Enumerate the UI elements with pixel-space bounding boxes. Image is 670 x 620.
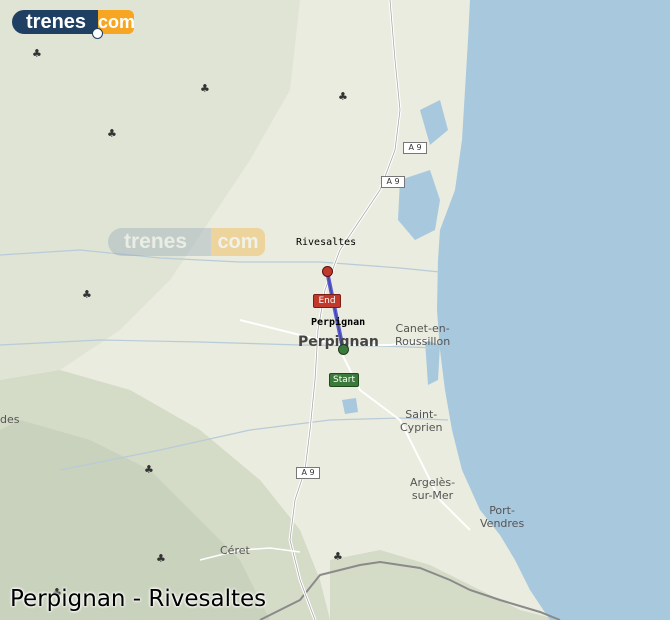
end-badge[interactable]: End	[313, 294, 341, 308]
place-port-vendres-line2: Vendres	[480, 517, 525, 530]
watermark-left: trenes	[108, 228, 213, 256]
start-badge[interactable]: Start	[329, 373, 359, 387]
road-shield-a9: A 9	[296, 467, 320, 479]
place-edge-des: des	[0, 413, 20, 426]
watermark-logo: trenes com	[108, 228, 268, 258]
map-canvas[interactable]: ♣ ♣ ♣ ♣ ♣ ♣ ♣ ♣ ♣	[0, 0, 670, 620]
svg-text:♣: ♣	[338, 90, 348, 103]
route-title: Perpignan - Rivesaltes	[10, 586, 267, 612]
place-canet: Canet-en- Roussillon	[395, 322, 450, 348]
svg-text:♣: ♣	[200, 82, 210, 95]
place-argeles: Argelès- sur-Mer	[410, 476, 455, 502]
place-canet-line1: Canet-en-	[395, 322, 450, 335]
start-marker[interactable]	[338, 344, 349, 355]
logo-dot-icon	[92, 28, 103, 39]
logo-com-text: com	[98, 10, 136, 34]
svg-text:♣: ♣	[107, 127, 117, 140]
svg-text:♣: ♣	[144, 463, 154, 476]
place-ceret: Céret	[220, 544, 250, 557]
logo-trenes-text: trenes	[12, 10, 100, 34]
end-marker[interactable]	[322, 266, 333, 277]
place-saint-cyprien: Saint- Cyprien	[400, 408, 443, 434]
svg-text:♣: ♣	[82, 288, 92, 301]
road-shield-a9: A 9	[381, 176, 405, 188]
place-saint-cyprien-line2: Cyprien	[400, 421, 443, 434]
origin-label: Perpignan	[311, 317, 366, 328]
place-saint-cyprien-line1: Saint-	[405, 408, 438, 421]
svg-text:♣: ♣	[156, 552, 166, 565]
watermark-right: com	[211, 228, 265, 256]
svg-text:♣: ♣	[32, 47, 42, 60]
place-canet-line2: Roussillon	[395, 335, 451, 348]
trenes-logo[interactable]: trenes com	[12, 8, 136, 39]
destination-label: Rivesaltes	[296, 237, 357, 248]
place-port-vendres-line1: Port-	[489, 504, 515, 517]
svg-text:♣: ♣	[333, 550, 343, 563]
place-argeles-line1: Argelès-	[410, 476, 456, 489]
place-argeles-line2: sur-Mer	[411, 489, 454, 502]
place-port-vendres: Port- Vendres	[480, 504, 524, 530]
road-shield-a9: A 9	[403, 142, 427, 154]
